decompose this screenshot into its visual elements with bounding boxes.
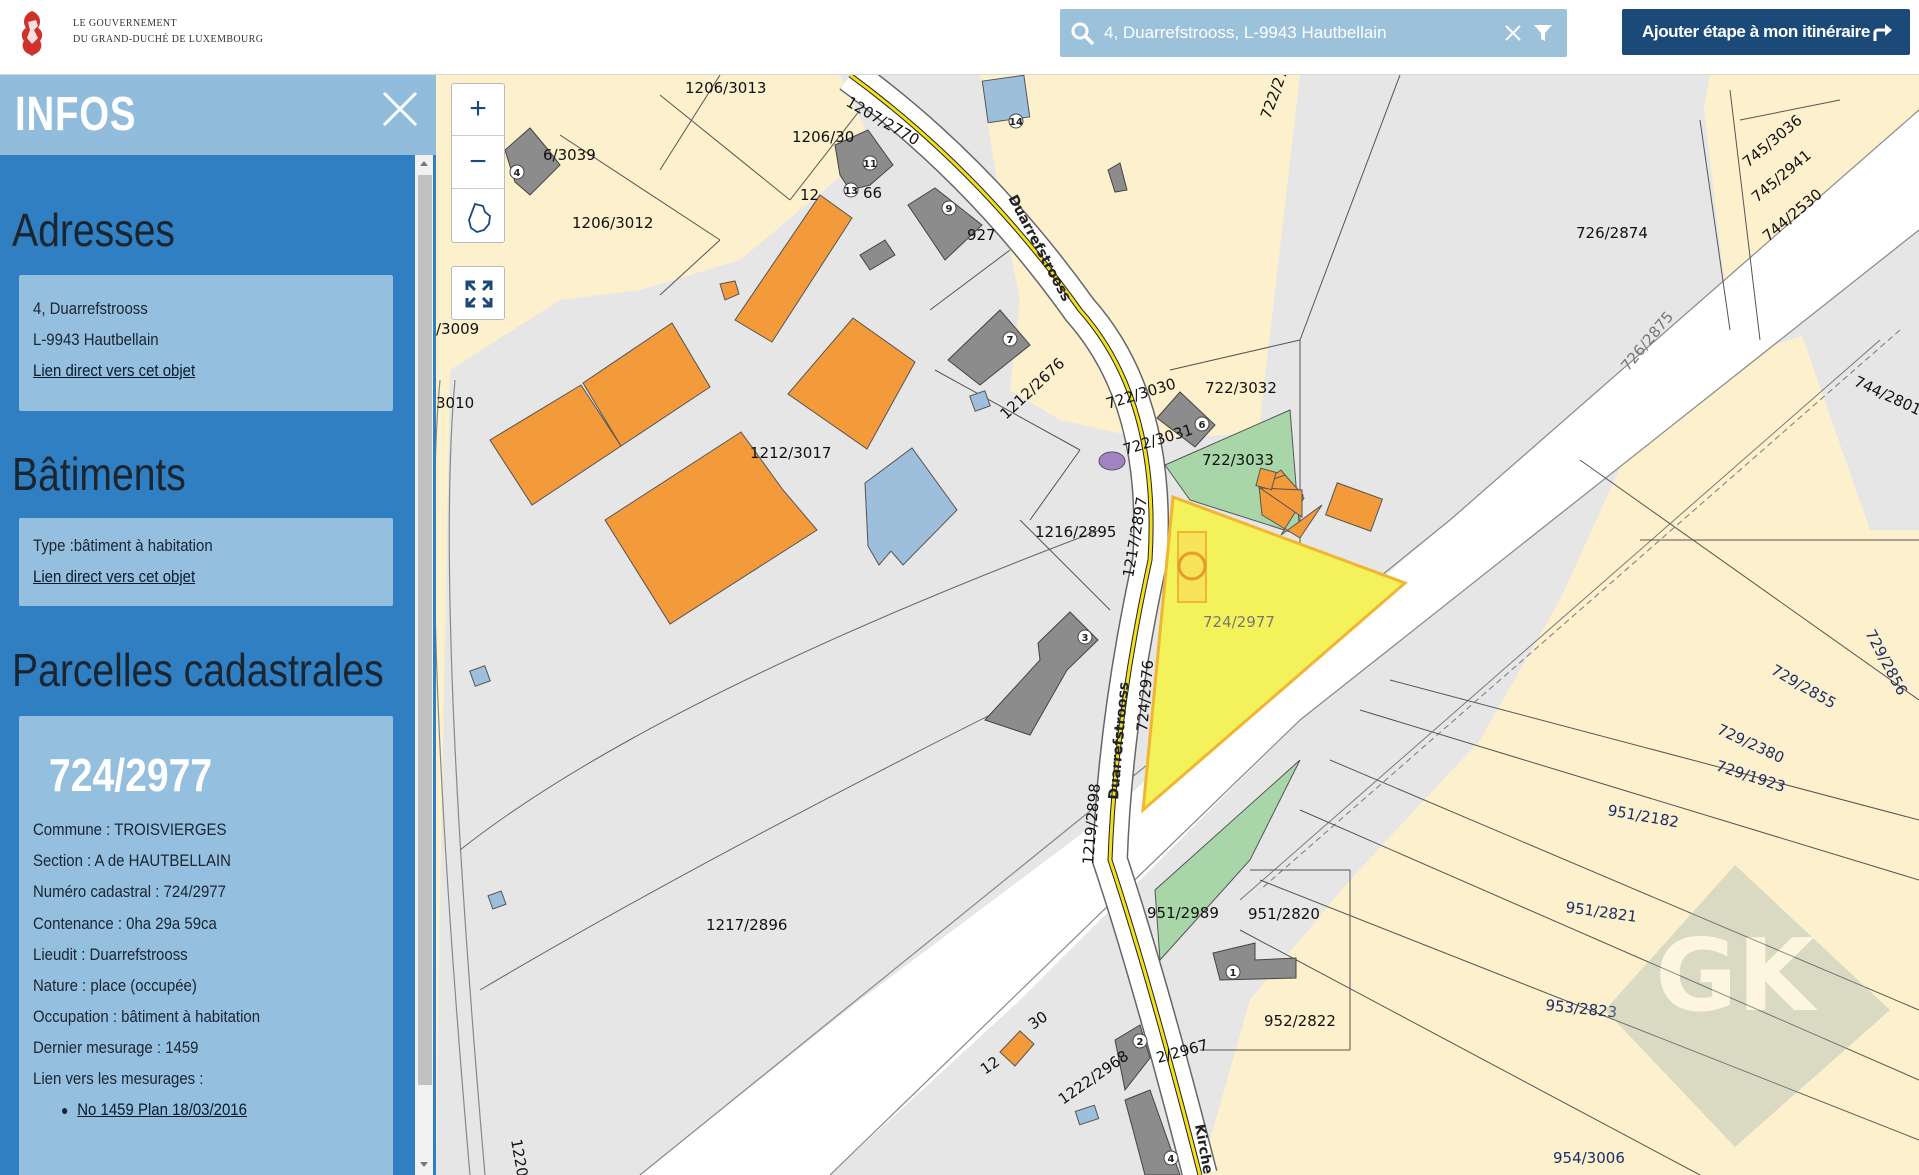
parcel-label: 954/3006 [1553,1149,1625,1167]
address-line-2: L-9943 Hautbellain [33,330,159,349]
parcel-label: 12 [800,186,819,204]
parcel-label: 952/2822 [1264,1012,1336,1030]
parcel-label: 1217/2896 [706,916,787,934]
address-card: 4, Duarrefstrooss L-9943 Hautbellain Lie… [19,275,393,411]
zoom-in-button[interactable]: + [452,84,504,136]
turn-right-arrow-icon [1873,24,1892,41]
house-number: 2 [1137,1037,1144,1048]
close-icon[interactable] [380,89,420,129]
parcel-card: 724/2977 Commune : TROISVIERGES Section … [19,716,393,1175]
search-input[interactable] [1104,17,1484,49]
filter-icon[interactable] [1532,22,1554,44]
building-card: Type :bâtiment à habitation Lien direct … [19,518,393,606]
luxembourg-lion-logo-icon[interactable] [14,8,50,58]
buildings-heading: Bâtiments [12,448,186,500]
parcel-label: 1216/2895 [1035,523,1116,541]
svg-text:GK: GK [1655,917,1818,1034]
parcel-mesurage: Dernier mesurage : 1459 [33,1038,199,1057]
gov-line-1: LE GOUVERNEMENT [73,18,178,29]
parcel-label: 66 [863,184,882,202]
address-direct-link[interactable]: Lien direct vers cet objet [33,361,195,381]
parcel-label: 951/2820 [1248,905,1320,923]
parcels-heading: Parcelles cadastrales [12,644,384,696]
parcel-lieudit: Lieudit : Duarrefstrooss [33,945,188,964]
building-direct-link[interactable]: Lien direct vers cet objet [33,567,195,587]
house-number: 3 [1082,633,1089,644]
parcel-occupation: Occupation : bâtiment à habitation [33,1007,261,1026]
parcel-label: 1206/3013 [685,79,766,97]
info-panel: INFOS Adresses 4, Duarrefstrooss L-9943 … [0,75,436,1175]
parcel-label: 724/2977 [1203,613,1275,631]
house-number: 9 [946,204,953,215]
house-number: 1 [1230,968,1237,979]
building-type: Type :bâtiment à habitation [33,536,213,555]
fullscreen-button[interactable] [451,266,505,320]
house-number: 14 [1009,117,1023,128]
map-view[interactable]: 4 11 13 9 14 7 6 3 1 2 4 1206/3013 1207/… [436,75,1919,1175]
zoom-controls: + − [451,83,505,243]
info-panel-title: INFOS [15,88,137,141]
parcel-label: 1206/30 [792,128,854,146]
house-number: 6 [1199,420,1206,431]
gov-line-2: DU GRAND-DUCHÉ DE LUXEMBOURG [73,34,264,45]
mesurage-link[interactable]: No 1459 Plan 18/03/2016 [77,1100,247,1119]
addresses-heading: Adresses [12,204,175,256]
app-header: LE GOUVERNEMENT DU GRAND-DUCHÉ DE LUXEMB… [0,0,1919,75]
info-panel-header: INFOS [0,75,436,155]
house-number: 4 [514,168,521,179]
parcel-label: 3010 [436,394,474,412]
parcel-numero: Numéro cadastral : 724/2977 [33,882,226,901]
cadastral-map[interactable]: 4 11 13 9 14 7 6 3 1 2 4 1206/3013 1207/… [436,75,1919,1175]
clear-search-icon[interactable] [1503,23,1523,43]
parcel-label: 722/3033 [1202,451,1274,469]
list-bullet: ● [61,1102,69,1118]
parcel-label: 1212/3017 [750,444,831,462]
parcel-commune: Commune : TROISVIERGES [33,820,227,839]
expand-icon [465,280,493,308]
search-icon[interactable] [1070,21,1094,45]
parcel-nature: Nature : place (occupée) [33,976,197,995]
house-number: 4 [1168,1154,1175,1165]
add-itinerary-step-button[interactable]: Ajouter étape à mon itinéraire [1622,9,1910,55]
search-bar[interactable] [1060,9,1567,57]
itinerary-button-label: Ajouter étape à mon itinéraire [1642,22,1870,41]
parcel-label: /3009 [436,320,479,338]
zoom-out-button[interactable]: − [452,137,504,189]
scroll-down-arrow-icon[interactable] [418,1160,430,1170]
house-number: 13 [844,186,858,197]
government-name[interactable]: LE GOUVERNEMENT DU GRAND-DUCHÉ DE LUXEMB… [73,16,263,48]
mesurage-list-item: ● No 1459 Plan 18/03/2016 [61,1100,247,1120]
scroll-up-arrow-icon[interactable] [418,158,430,168]
house-number: 11 [863,159,877,170]
scrollbar-thumb[interactable] [418,175,432,1085]
parcel-label: 951/2989 [1147,904,1219,922]
parcel-mesurages-label: Lien vers les mesurages : [33,1069,204,1088]
parcel-label: 1206/3012 [572,214,653,232]
parcel-label: 722/3032 [1205,379,1277,397]
parcel-label: 6/3039 [543,146,596,164]
luxembourg-country-icon[interactable] [465,202,493,234]
parcel-number: 724/2977 [49,749,213,801]
address-line-1: 4, Duarrefstrooss [33,299,148,318]
parcel-section: Section : A de HAUTBELLAIN [33,851,231,870]
house-number: 7 [1007,335,1014,346]
parcel-label: 726/2874 [1576,224,1648,242]
parcel-label: 927 [967,226,996,244]
parcel-contenance: Contenance : 0ha 29a 59ca [33,914,217,933]
